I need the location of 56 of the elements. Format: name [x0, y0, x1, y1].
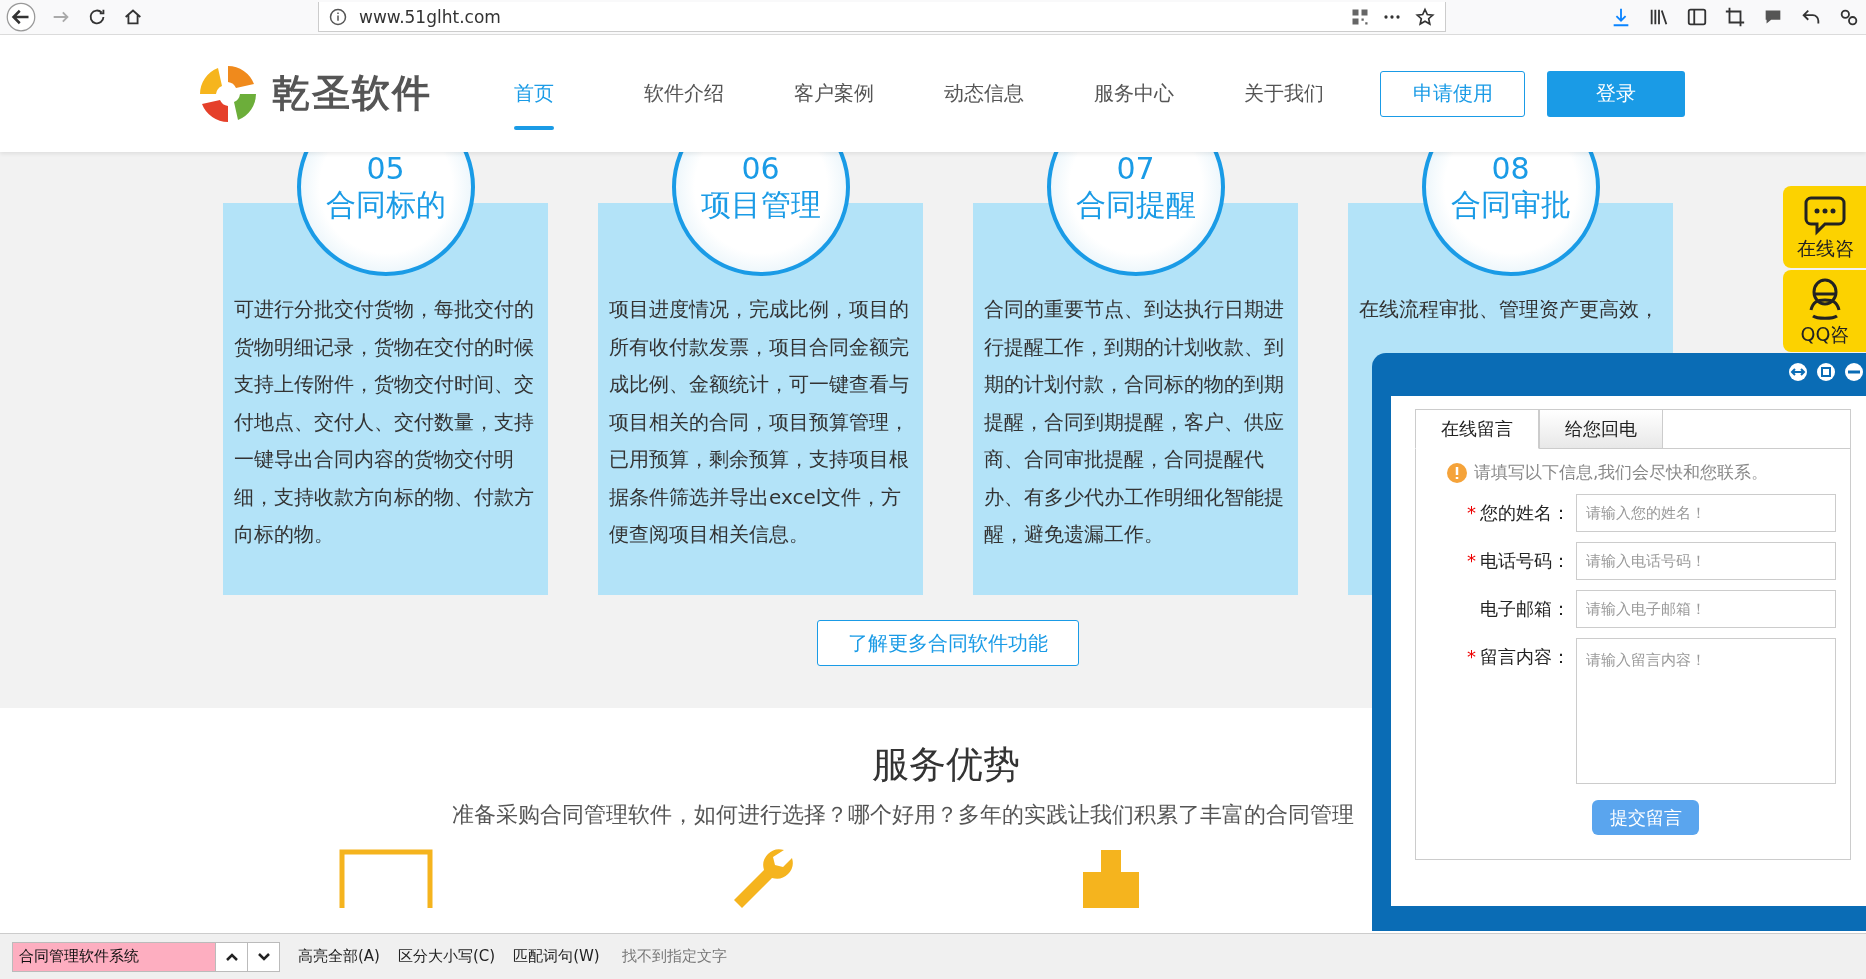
find-option[interactable]: 高亮全部(A)	[298, 947, 380, 966]
nav-link[interactable]: 动态信息	[909, 35, 1059, 152]
feature-description: 项目进度情况，完成比例，项目的所有收付款发票，项目合同金额完成比例、金额统计，可一键查看与项目相关的合同，项目预算管理，已用预算，剩余预算，支持项目根据条件筛选并导出excel文件，方便查阅项目相关信息。	[609, 296, 910, 548]
feature-description: 合同的重要节点、到达执行日期进行提醒工作，到期的计划收款、到期的计划付款，合同标的物的到期提醒，合同到期提醒，客户、供应商、合同审批提醒，合同提醒代办、有多少代办工作明细化智能提醒，避免遗漏工作。	[984, 296, 1285, 548]
panel-tab[interactable]: 在线留言	[1415, 409, 1539, 449]
nav-link[interactable]: 关于我们	[1209, 35, 1359, 152]
crop-icon[interactable]	[1724, 6, 1746, 28]
minimize-icon[interactable]	[1844, 362, 1864, 382]
feature-description: 在线流程审批、管理资产更高效，	[1359, 296, 1660, 323]
feature-number: 07	[1116, 152, 1155, 186]
message-field[interactable]: 请输入留言内容！	[1576, 638, 1836, 784]
nav-link[interactable]: 客户案例	[759, 35, 909, 152]
nav-link[interactable]: 服务中心	[1059, 35, 1209, 152]
find-option[interactable]: 匹配词句(W)	[513, 947, 600, 966]
feature-description: 可进行分批交付货物，每批交付的货物明细记录，货物在交付的时候支持上传附件，货物交付时间、交付地点、交付人、交付数量，支持一键导出合同内容的货物交付明细，支持收款方向标的物、付款方向标的物。	[234, 296, 535, 548]
logo-text: 乾圣软件	[272, 70, 432, 117]
section-title: 服务优势	[872, 742, 1020, 788]
next-button[interactable]	[247, 941, 280, 972]
feature-title: 合同审批	[1450, 186, 1571, 224]
required-mark: *	[1467, 501, 1476, 525]
feature-title: 项目管理	[700, 186, 821, 224]
url-text: www.51glht.com	[359, 6, 502, 27]
feature-number: 06	[741, 152, 780, 186]
panel-tab[interactable]: 给您回电	[1539, 409, 1663, 449]
block-icon	[1081, 848, 1141, 908]
expand-icon[interactable]	[1788, 362, 1808, 382]
sidebar-icon[interactable]	[1686, 6, 1708, 28]
restore-icon[interactable]	[1816, 362, 1836, 382]
input-field[interactable]: 请输入电子邮箱！	[1576, 590, 1836, 628]
back-icon[interactable]	[6, 2, 36, 32]
input-field[interactable]: 请输入电话号码！	[1576, 542, 1836, 580]
feature-number: 08	[1491, 152, 1530, 186]
field-label: 电子邮箱：	[1479, 597, 1570, 621]
qr-code-icon[interactable]	[1351, 7, 1369, 26]
find-status: 找不到指定文字	[621, 947, 727, 966]
field-label: * 您的姓名：	[1446, 494, 1570, 532]
input-field[interactable]: 请输入您的姓名！	[1576, 494, 1836, 532]
find-field[interactable]: 合同管理软件系统	[12, 941, 216, 972]
address-bar[interactable]: www.51glht.com	[318, 2, 1446, 32]
notice-text: 请填写以下信息,我们会尽快和您联系。	[1474, 461, 1769, 484]
required-mark: *	[1467, 549, 1476, 573]
section-subtitle: 准备采购合同管理软件，如何进行选择？哪个好用？多年的实践让我们积累了丰富的合同管理	[452, 801, 1354, 829]
feature-title: 合同提醒	[1075, 186, 1196, 224]
feature-title: 合同标的	[325, 186, 446, 224]
warning-icon	[1446, 461, 1468, 484]
nav-link[interactable]: 软件介绍	[609, 35, 759, 152]
square-outline-icon	[338, 848, 434, 908]
required-mark: *	[1467, 645, 1476, 669]
field-label: * 电话号码：	[1446, 542, 1570, 580]
feature-number: 05	[366, 152, 405, 186]
field-label: * 留言内容：	[1446, 638, 1570, 676]
find-option[interactable]: 区分大小写(C)	[397, 947, 496, 966]
star-icon[interactable]	[1415, 6, 1435, 27]
consult-tab[interactable]: QQ咨	[1783, 270, 1866, 352]
consult-tab[interactable]: 在线咨	[1783, 186, 1866, 268]
info-icon[interactable]	[329, 7, 347, 26]
